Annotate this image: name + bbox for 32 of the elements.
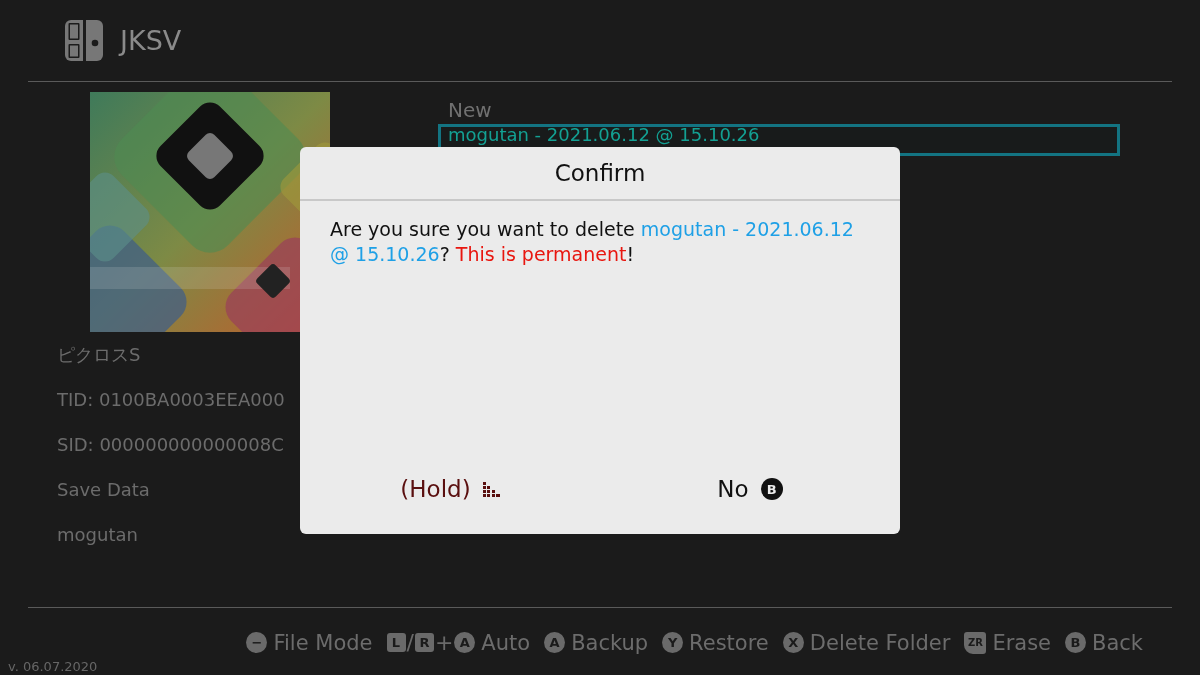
- control-hint: Auto: [481, 630, 531, 655]
- button-glyph-icon: Y: [662, 632, 684, 653]
- control-hint: Restore: [689, 630, 769, 655]
- trigger-glyph-icon: ZR: [964, 631, 987, 654]
- key-separator: +: [433, 630, 455, 655]
- control-hint: Backup: [571, 630, 649, 655]
- version-label: v. 06.07.2020: [8, 659, 98, 674]
- button-glyph-icon: A: [544, 632, 566, 653]
- title-info: SID: 000000000000008C: [57, 433, 285, 457]
- title-info: mogutan: [57, 523, 139, 547]
- dialog-title: Confirm: [300, 147, 900, 201]
- control-hint: Erase: [992, 630, 1051, 655]
- app-title: JKSV: [120, 25, 182, 56]
- dialog-message: Are you sure you want to delete mogutan - 2021.06.12 @ 15.10.26? This is permanent!: [329, 217, 855, 267]
- title-info: Save Data: [57, 478, 151, 502]
- console-icon: [65, 20, 103, 61]
- button-glyph-icon: X: [782, 632, 804, 653]
- bumper-glyph-icon: L: [386, 633, 406, 652]
- button-glyph-icon: −: [246, 632, 268, 653]
- hold-confirm-button[interactable]: (Hold): [300, 470, 600, 508]
- key-separator: /: [405, 630, 415, 655]
- button-glyph-icon: A: [454, 632, 476, 653]
- no-button[interactable]: No B: [600, 470, 900, 508]
- control-hint: Back: [1092, 630, 1143, 655]
- button-glyph-icon: B: [1065, 632, 1086, 653]
- control-hint: File Mode: [273, 630, 373, 655]
- title-info: TID: 0100BA0003EEA000: [57, 388, 286, 412]
- bumper-glyph-icon: R: [414, 633, 434, 652]
- hold-icon: [482, 481, 500, 497]
- button-glyph-icon: B: [760, 478, 783, 500]
- control-hint: Delete Folder: [809, 630, 951, 655]
- title-info: ピクロスS: [57, 343, 142, 367]
